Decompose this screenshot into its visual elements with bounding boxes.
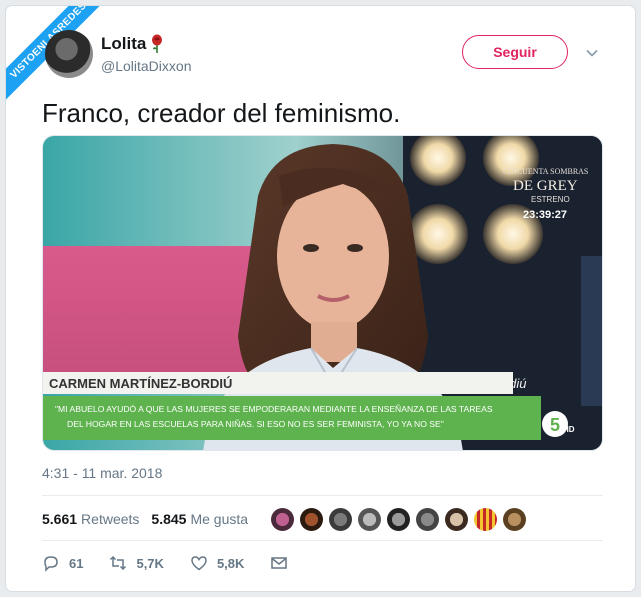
like-count: 5,8K — [216, 555, 245, 571]
tweet-actions: 61 5,7K 5,8K — [42, 554, 314, 572]
tv-still: CINCUENTA SOMBRAS DE GREY ESTRENO 23:39:… — [43, 136, 602, 450]
retweet-button[interactable]: 5,7K — [109, 554, 164, 572]
likes-count[interactable]: 5.845 — [151, 511, 186, 527]
quote-line-2: DEL HOGAR EN LAS ESCUELAS PARA NIÑAS. SI… — [67, 419, 444, 429]
engagement-stats: 5.661 Retweets 5.845 Me gusta — [42, 511, 260, 527]
liker-avatar[interactable] — [474, 508, 497, 531]
liker-avatar[interactable] — [300, 508, 323, 531]
tweet-media-image[interactable]: CINCUENTA SOMBRAS DE GREY ESTRENO 23:39:… — [42, 135, 603, 451]
liker-avatar[interactable] — [503, 508, 526, 531]
retweet-count: 5,7K — [136, 555, 164, 571]
channel-logo: 5 — [550, 415, 560, 435]
like-button[interactable]: 5,8K — [190, 554, 244, 572]
quote-line-1: "MI ABUELO AYUDÓ A QUE LAS MUJERES SE EM… — [55, 404, 493, 414]
tv-badge-line3: ESTRENO — [531, 195, 570, 204]
channel-hd: HD — [563, 425, 575, 434]
hashtag: #labordiú — [473, 376, 527, 391]
chevron-down-icon[interactable] — [585, 46, 599, 60]
divider-top — [42, 495, 603, 496]
avatar[interactable] — [45, 30, 93, 78]
retweets-label[interactable]: Retweets — [81, 511, 139, 527]
divider-bottom — [42, 540, 603, 541]
lower-third-name: CARMEN MARTÍNEZ-BORDIÚ — [49, 376, 232, 391]
retweet-icon — [110, 555, 127, 571]
reply-icon — [44, 556, 58, 572]
tv-badge-line1: CINCUENTA SOMBRAS — [503, 167, 588, 176]
heart-icon — [191, 556, 207, 571]
user-handle[interactable]: @LolitaDixxon — [101, 58, 191, 74]
follow-button[interactable]: Seguir — [462, 35, 568, 69]
tv-badge-line2: DE GREY — [513, 178, 578, 194]
tweet-text: Franco, creador del feminismo. — [42, 98, 401, 128]
rose-icon — [152, 34, 163, 53]
retweets-count[interactable]: 5.661 — [42, 511, 77, 527]
liker-avatar[interactable] — [387, 508, 410, 531]
liker-avatar[interactable] — [271, 508, 294, 531]
envelope-icon — [271, 557, 288, 569]
user-name[interactable]: Lolita — [101, 34, 146, 54]
liker-avatar[interactable] — [416, 508, 439, 531]
likes-label[interactable]: Me gusta — [190, 511, 248, 527]
liker-avatar[interactable] — [445, 508, 468, 531]
reply-button[interactable]: 61 — [42, 554, 83, 572]
liker-avatar[interactable] — [329, 508, 352, 531]
liker-avatar[interactable] — [358, 508, 381, 531]
user-name-row: Lolita — [101, 34, 164, 54]
direct-message-button[interactable] — [270, 554, 288, 572]
tweet-timestamp[interactable]: 4:31 - 11 mar. 2018 — [42, 465, 162, 481]
tv-time: 23:39:27 — [523, 209, 567, 221]
tweet-card: VISTOENLASREDES Lolita @LolitaDixxon Seg… — [6, 6, 635, 591]
reply-count: 61 — [69, 555, 84, 571]
likers-avatars — [271, 508, 526, 531]
